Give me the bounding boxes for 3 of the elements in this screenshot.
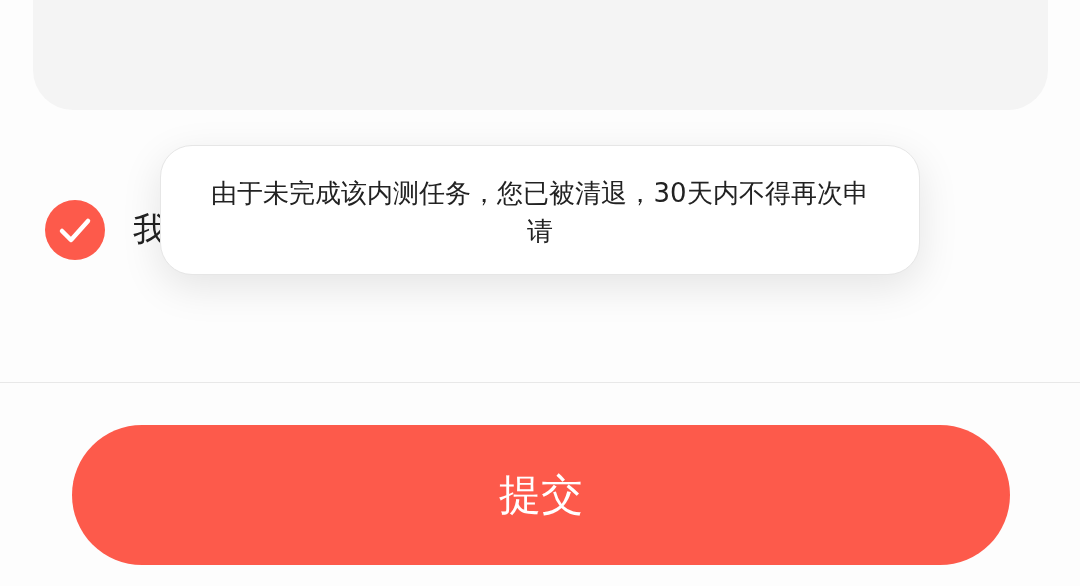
toast-message: 由于未完成该内测任务，您已被清退，30天内不得再次申请	[160, 145, 920, 275]
submit-button[interactable]: 提交	[72, 425, 1010, 565]
checkbox[interactable]	[45, 200, 105, 260]
